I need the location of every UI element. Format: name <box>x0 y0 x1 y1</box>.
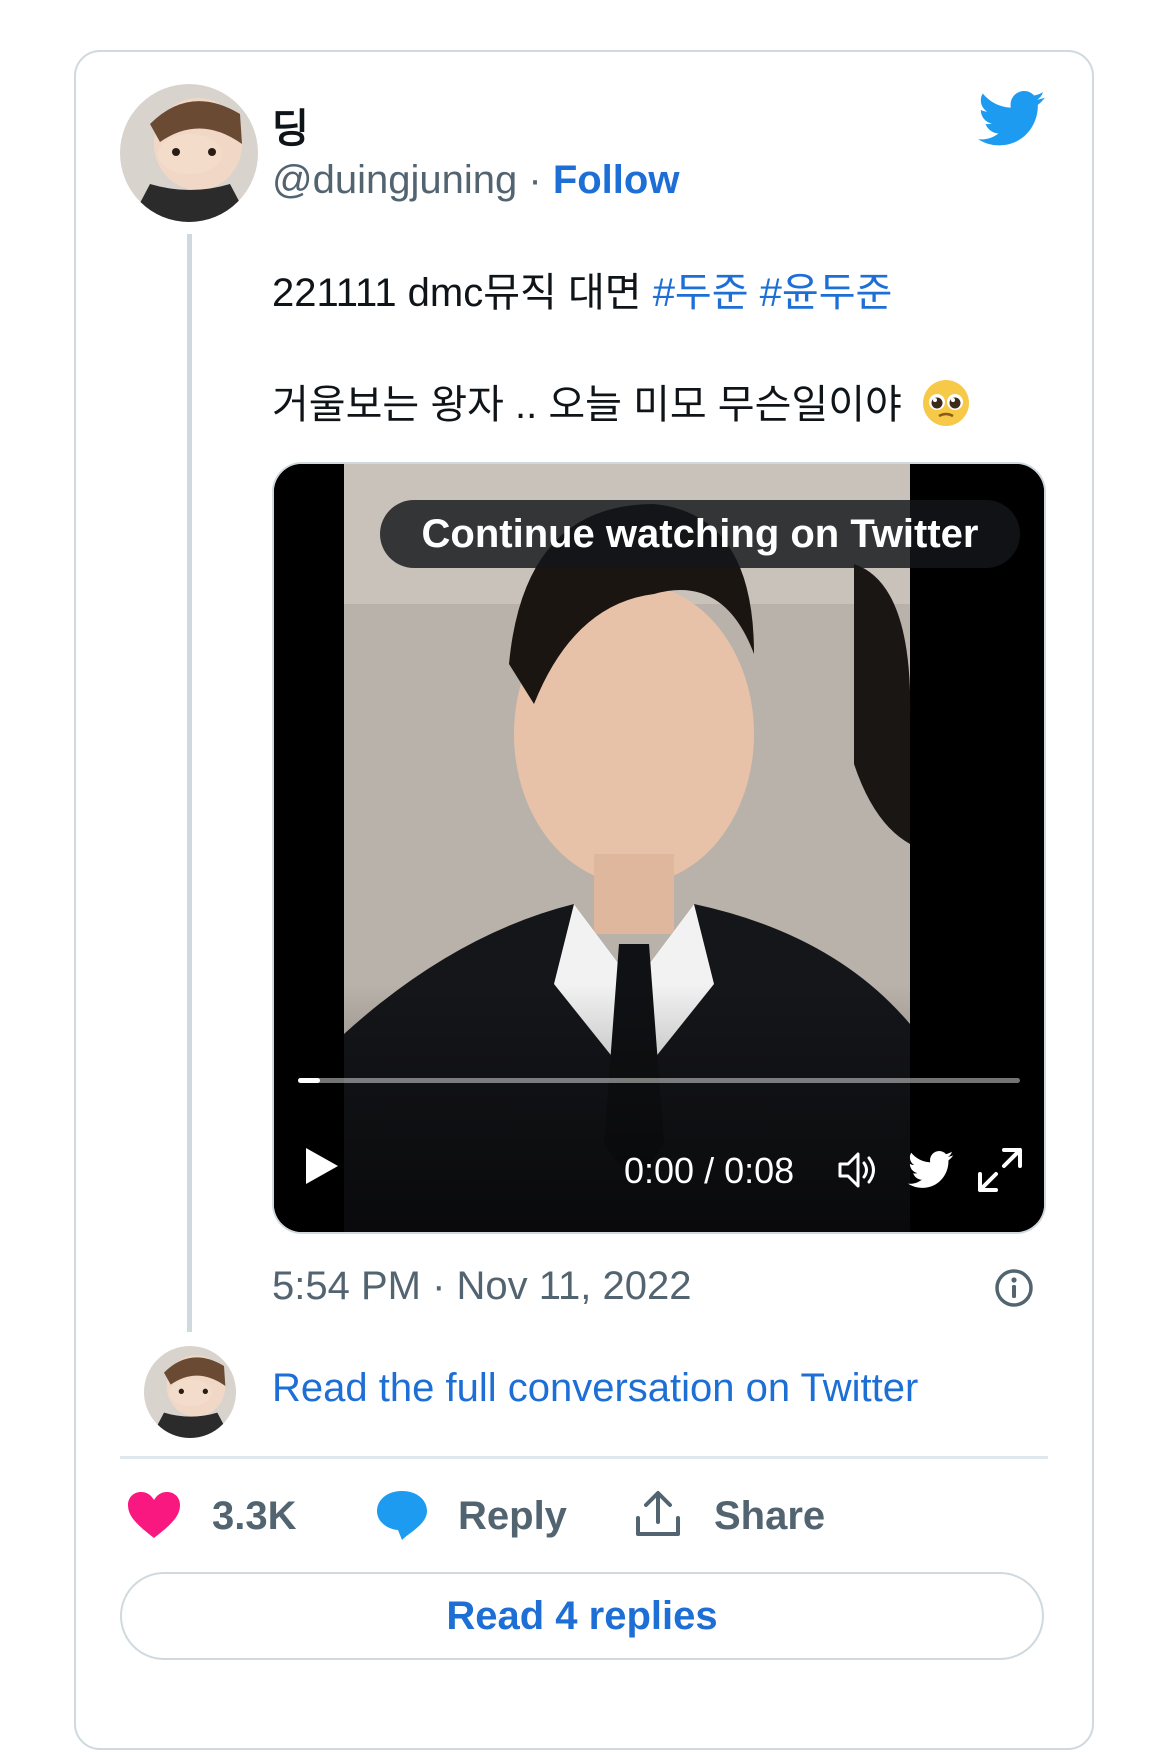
tweet-text-line1: 221111 dmc뮤직 대면 #두준 #윤두준 <box>272 260 892 318</box>
volume-icon[interactable] <box>836 1148 882 1192</box>
info-icon[interactable] <box>994 1268 1034 1308</box>
expand-icon-svg <box>978 1148 1022 1192</box>
twitter-bird-icon[interactable] <box>978 90 1046 148</box>
video-progress-bar[interactable] <box>298 1078 1020 1083</box>
hashtag-link[interactable]: #윤두준 <box>760 271 893 315</box>
tweet-timestamp[interactable]: 5:54 PM · Nov 11, 2022 <box>272 1264 692 1309</box>
continue-watching-button[interactable]: Continue watching on Twitter <box>380 500 1020 568</box>
video-player[interactable]: Continue watching on Twitter 0:00 / 0:08 <box>272 462 1046 1234</box>
pleading-face-emoji-svg <box>922 380 969 426</box>
reply-button[interactable]: Reply <box>458 1494 567 1539</box>
avatar-image <box>144 1346 236 1438</box>
play-icon[interactable] <box>302 1144 342 1188</box>
video-time-readout: 0:00 / 0:08 <box>624 1150 794 1192</box>
author-display-name[interactable]: 딩 <box>272 96 309 154</box>
video-progress-fill <box>298 1078 320 1083</box>
twitter-bird-icon-svg <box>978 90 1045 146</box>
speech-bubble-icon[interactable] <box>374 1488 430 1542</box>
tweet-text: 221111 dmc뮤직 대면 <box>272 271 653 315</box>
heart-icon-svg <box>128 1492 180 1538</box>
time-separator: / <box>704 1150 715 1191</box>
like-count: 3.3K <box>212 1494 297 1538</box>
twitter-bird-icon[interactable] <box>908 1150 954 1190</box>
share-upload-icon[interactable] <box>632 1488 684 1540</box>
handle-separator: · <box>528 158 542 202</box>
twitter-bird-icon-svg <box>908 1151 954 1188</box>
tweet-text-line2: 거울보는 왕자 .. 오늘 미모 무슨일이야 <box>272 372 971 430</box>
play-icon-svg <box>306 1148 338 1184</box>
thread-line <box>187 234 192 1332</box>
info-icon-svg <box>995 1269 1033 1307</box>
time-total: 0:08 <box>724 1150 795 1191</box>
expand-icon[interactable] <box>974 1144 1026 1196</box>
author-handle-row: @duingjuning · Follow <box>272 158 679 203</box>
volume-icon-svg <box>838 1152 875 1188</box>
author-handle[interactable]: @duingjuning <box>272 158 517 202</box>
share-button[interactable]: Share <box>714 1494 825 1539</box>
heart-icon[interactable] <box>126 1490 182 1540</box>
author-avatar[interactable] <box>120 84 258 222</box>
speech-bubble-icon-svg <box>377 1491 427 1540</box>
read-full-conversation-link[interactable]: Read the full conversation on Twitter <box>272 1366 918 1411</box>
follow-link[interactable]: Follow <box>553 158 680 202</box>
pleading-face-emoji <box>921 378 971 428</box>
divider <box>120 1456 1048 1459</box>
tweet-text: 거울보는 왕자 .. 오늘 미모 무슨일이야 <box>272 383 902 427</box>
hashtag-link[interactable]: #두준 <box>653 271 749 315</box>
avatar-image <box>120 84 258 222</box>
read-replies-button[interactable]: Read 4 replies <box>120 1572 1044 1660</box>
time-current: 0:00 <box>624 1150 695 1191</box>
video-frame <box>274 464 1044 1232</box>
author-avatar-small[interactable] <box>144 1346 236 1438</box>
share-upload-icon-svg <box>636 1491 680 1536</box>
